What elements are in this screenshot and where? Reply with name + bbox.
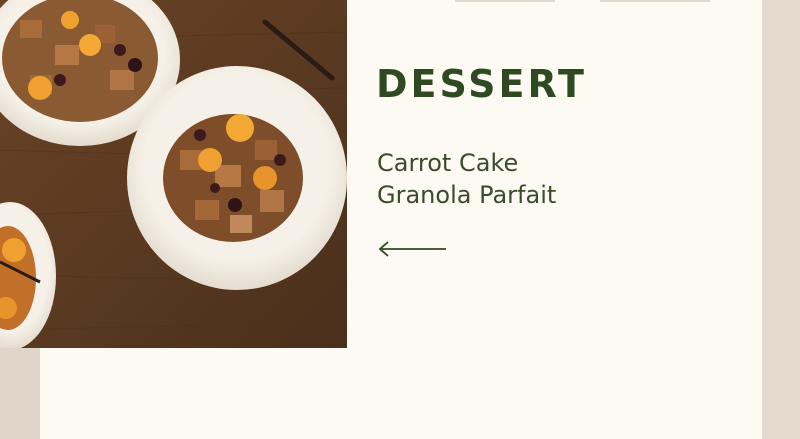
category-heading: DESSERT (376, 62, 587, 106)
top-divider (600, 0, 710, 2)
recipe-title-line-1: Carrot Cake (377, 149, 519, 177)
back-button[interactable] (376, 238, 450, 260)
right-margin (762, 0, 800, 439)
recipe-title-line-2: Granola Parfait (377, 181, 557, 209)
recipe-photo[interactable] (0, 0, 347, 348)
food-photo-illustration (0, 0, 347, 348)
top-divider (455, 0, 555, 2)
recipe-title[interactable]: Carrot Cake Granola Parfait (377, 147, 677, 211)
arrow-left-icon (378, 241, 446, 257)
